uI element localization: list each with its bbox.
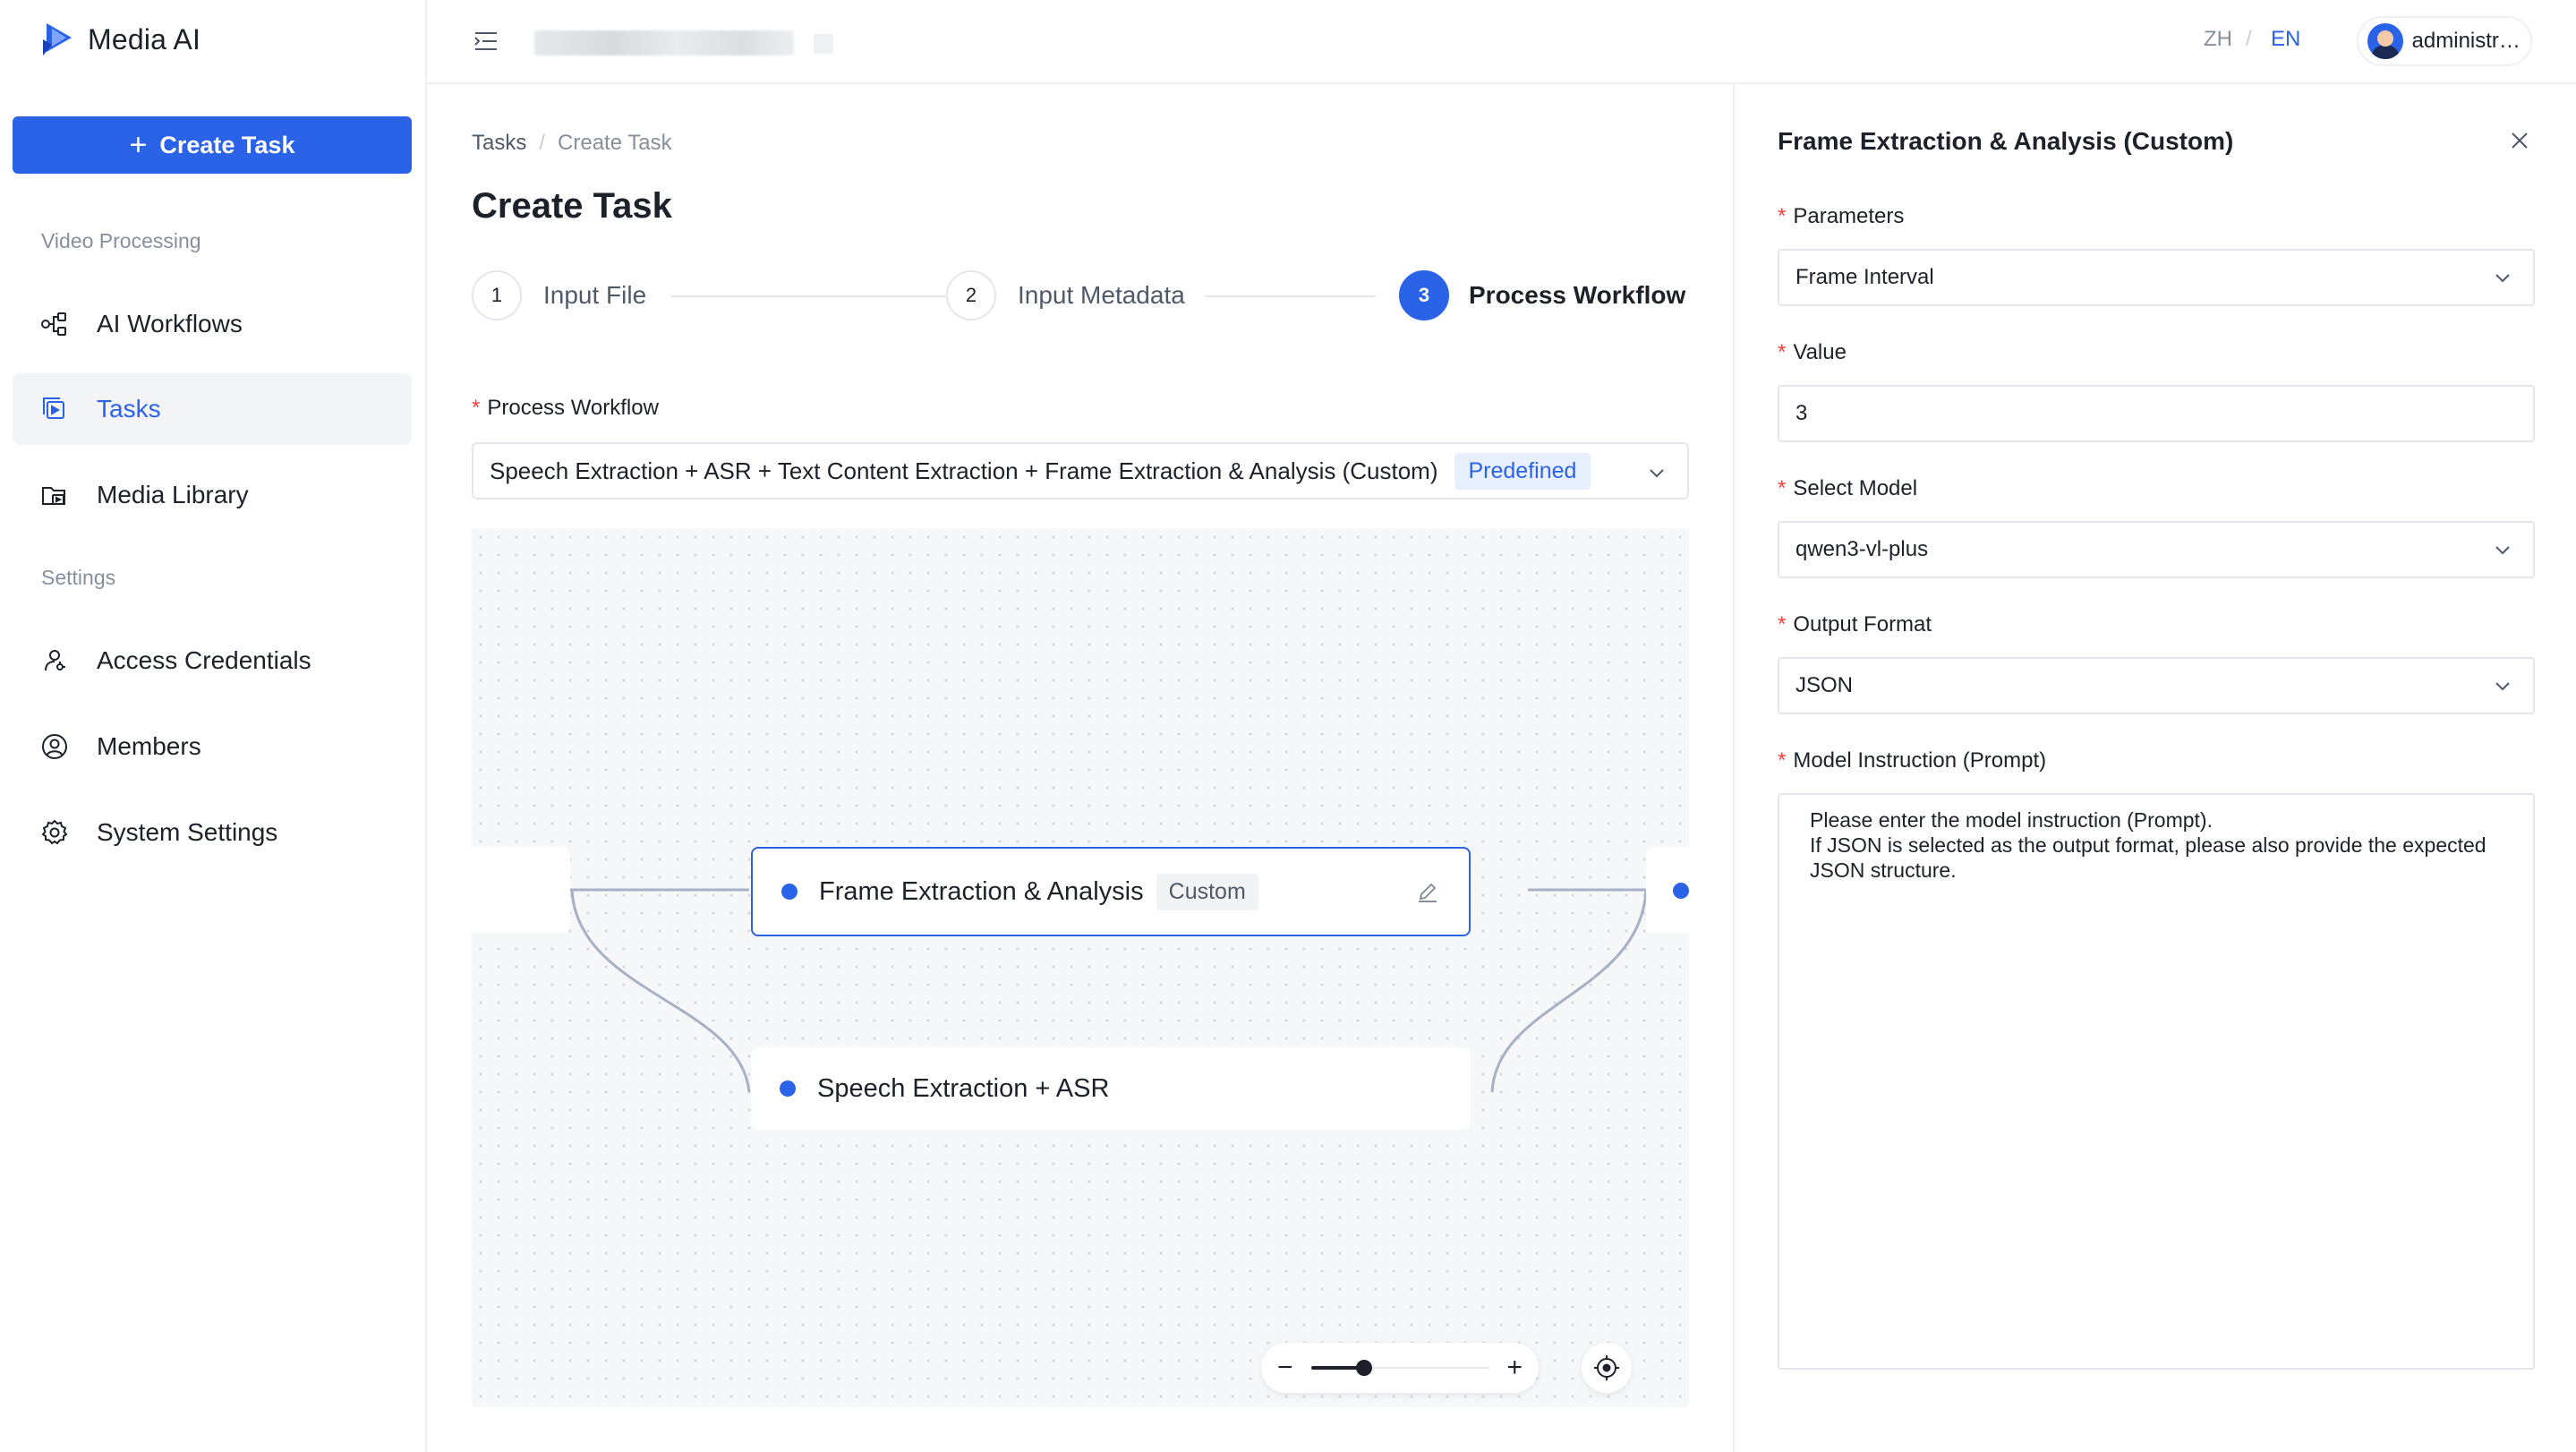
- prompt-label: * Model Instruction (Prompt): [1778, 748, 2047, 773]
- output-format-label: * Output Format: [1778, 612, 1932, 636]
- media-library-icon: [39, 480, 70, 510]
- user-name: administrator: [2411, 29, 2530, 53]
- user-circle-icon: [39, 731, 70, 762]
- node-frame-extraction[interactable]: Frame Extraction & Analysis Custom: [751, 847, 1471, 936]
- sidebar-item-system-settings[interactable]: System Settings: [13, 797, 412, 868]
- prompt-textarea[interactable]: Please enter the model instruction (Prom…: [1778, 793, 2535, 1370]
- avatar: [2367, 23, 2403, 59]
- chevron-down-icon: [2495, 274, 2510, 283]
- output-format-select-value: JSON: [1796, 673, 1854, 697]
- parameters-select-value: Frame Interval: [1796, 265, 1934, 289]
- step-3-label[interactable]: Process Workflow: [1469, 281, 1685, 310]
- tasks-icon: [39, 394, 70, 424]
- workflow-edges: [570, 888, 1648, 1093]
- step-connector: [670, 295, 987, 297]
- chevron-down-icon: [2495, 546, 2510, 555]
- workflow-select-value: Speech Extraction + ASR + Text Content E…: [490, 457, 1438, 484]
- blurred-header-mark: [814, 34, 833, 54]
- key-user-icon: [39, 645, 70, 676]
- gear-icon: [39, 817, 70, 848]
- value-label: * Value: [1778, 340, 1847, 364]
- predefined-tag: Predefined: [1454, 452, 1591, 490]
- sidebar-item-ai-workflows[interactable]: AI Workflows: [13, 288, 412, 360]
- create-task-label: Create Task: [159, 131, 295, 158]
- step-3-indicator[interactable]: 3: [1399, 270, 1449, 320]
- node-config-panel: Frame Extraction & Analysis (Custom) * Pa…: [1733, 84, 2576, 1452]
- node-speech-extraction[interactable]: Speech Extraction + ASR: [751, 1047, 1471, 1130]
- end-node[interactable]: [1646, 847, 1689, 933]
- node-label: Frame Extraction & Analysis: [819, 876, 1144, 906]
- create-task-button[interactable]: + Create Task: [13, 116, 412, 174]
- step-connector: [1206, 295, 1376, 297]
- node-status-dot: [1673, 883, 1689, 899]
- sidebar-item-access-credentials[interactable]: Access Credentials: [13, 625, 412, 696]
- sidebar-item-label: Access Credentials: [97, 646, 311, 674]
- chevron-down-icon: [1650, 469, 1664, 478]
- required-mark: *: [472, 396, 481, 420]
- section-label-settings: Settings: [41, 566, 116, 589]
- lang-zh-toggle[interactable]: ZH: [2204, 27, 2232, 52]
- top-bar: ZH / EN administrator: [427, 0, 2576, 84]
- node-label: Speech Extraction + ASR: [817, 1073, 1110, 1103]
- step-1-indicator[interactable]: 1: [472, 270, 522, 320]
- sidebar-item-tasks[interactable]: Tasks: [13, 373, 412, 445]
- model-select[interactable]: qwen3-vl-plus: [1778, 521, 2535, 578]
- stepper: 1 Input File 2 Input Metadata 3 Process …: [472, 270, 1689, 320]
- sidebar-item-label: AI Workflows: [97, 310, 243, 337]
- edit-icon[interactable]: [1415, 879, 1440, 904]
- locate-icon: [1594, 1355, 1619, 1380]
- user-menu[interactable]: administrator: [2357, 16, 2532, 66]
- value-input-text: 3: [1796, 401, 1808, 425]
- breadcrumb-tasks[interactable]: Tasks: [472, 131, 526, 156]
- output-format-select[interactable]: JSON: [1778, 657, 2535, 714]
- sidebar-item-label: System Settings: [97, 818, 278, 846]
- breadcrumb-create-task: Create Task: [558, 131, 672, 155]
- sidebar-item-media-library[interactable]: Media Library: [13, 459, 412, 531]
- blurred-header-text: [534, 30, 794, 56]
- workflow-icon: [39, 309, 70, 339]
- menu-collapse-icon[interactable]: [472, 27, 500, 56]
- zoom-control: − +: [1261, 1343, 1539, 1393]
- lang-separator: /: [2246, 27, 2252, 51]
- node-status-dot: [780, 1080, 796, 1097]
- breadcrumb: Tasks / Create Task: [472, 131, 672, 156]
- edge-start-to-speech: [570, 889, 751, 1093]
- parameters-label: * Parameters: [1778, 204, 1905, 228]
- parameters-select[interactable]: Frame Interval: [1778, 249, 2535, 306]
- step-2-label[interactable]: Input Metadata: [1018, 281, 1185, 310]
- start-node[interactable]: [472, 847, 570, 933]
- section-label-video-processing: Video Processing: [41, 229, 201, 252]
- sidebar-item-label: Tasks: [97, 395, 161, 423]
- sidebar-item-label: Media Library: [97, 481, 249, 508]
- zoom-out-button[interactable]: −: [1277, 1352, 1293, 1384]
- page-title: Create Task: [472, 186, 672, 226]
- zoom-slider-handle[interactable]: [1356, 1360, 1373, 1376]
- node-status-dot: [781, 884, 798, 900]
- logo[interactable]: Media AI: [39, 18, 200, 61]
- sidebar: Media AI + Create Task Video Processing …: [0, 0, 427, 1452]
- step-1-label[interactable]: Input File: [543, 281, 646, 310]
- custom-tag: Custom: [1156, 873, 1258, 910]
- sidebar-item-label: Members: [97, 732, 201, 760]
- main-content: Tasks / Create Task Create Task 1 Input …: [427, 84, 1733, 1452]
- model-select-value: qwen3-vl-plus: [1796, 537, 1929, 561]
- model-label: * Select Model: [1778, 476, 1918, 500]
- media-ai-logo-icon: [43, 23, 72, 56]
- lang-en-toggle[interactable]: EN: [2271, 27, 2300, 52]
- workflow-select[interactable]: Speech Extraction + ASR + Text Content E…: [472, 442, 1689, 500]
- zoom-in-button[interactable]: +: [1506, 1352, 1523, 1384]
- panel-title: Frame Extraction & Analysis (Custom): [1778, 127, 2234, 155]
- fit-view-button[interactable]: [1582, 1343, 1632, 1393]
- sidebar-item-members[interactable]: Members: [13, 711, 412, 782]
- chevron-down-icon: [2495, 682, 2510, 691]
- workflow-field-label: * Process Workflow: [472, 396, 659, 420]
- app-name: Media AI: [88, 22, 201, 56]
- close-icon[interactable]: [2508, 129, 2531, 152]
- workflow-canvas[interactable]: Frame Extraction & Analysis Custom Speec…: [472, 528, 1689, 1407]
- step-2-indicator[interactable]: 2: [946, 270, 996, 320]
- edge-speech-to-end: [1490, 889, 1648, 1093]
- breadcrumb-separator: /: [539, 131, 546, 155]
- plus-icon: +: [129, 128, 148, 162]
- value-input[interactable]: 3: [1778, 385, 2535, 442]
